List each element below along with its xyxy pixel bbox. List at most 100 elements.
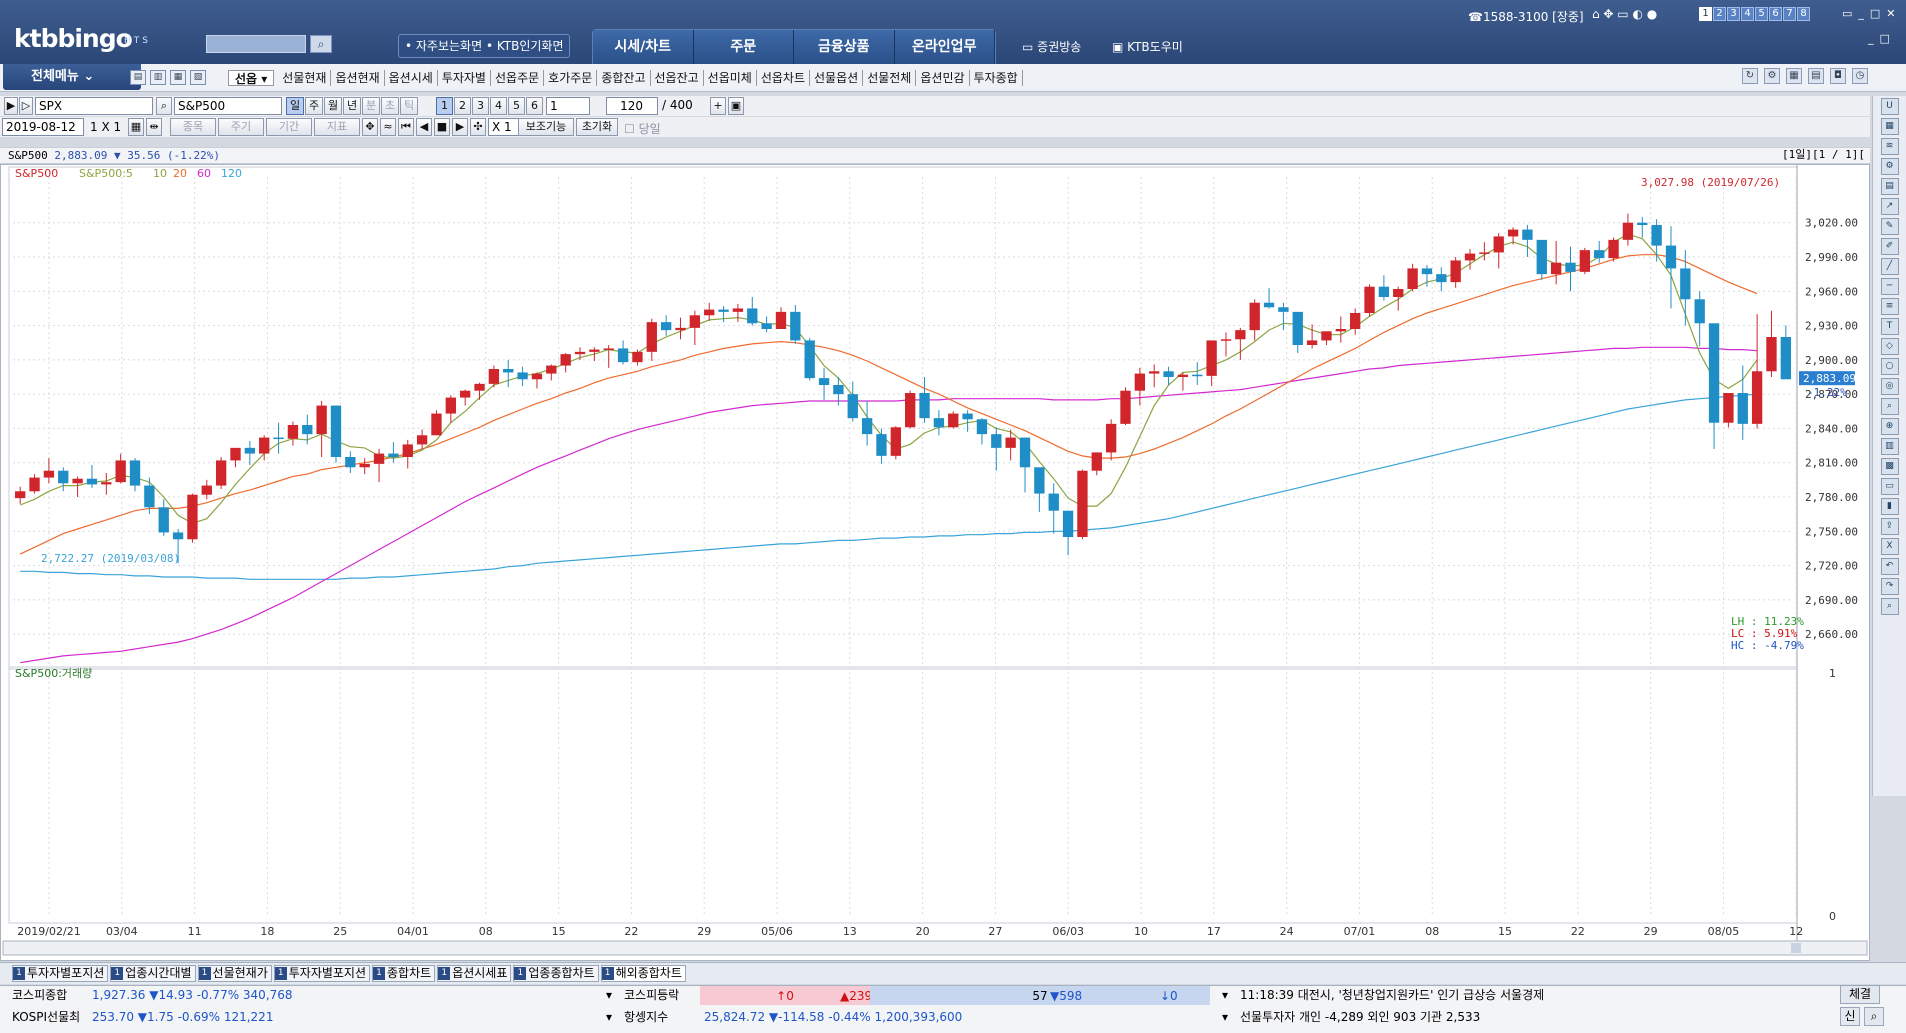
grid-icon[interactable]: ▦ (128, 118, 144, 136)
calc-icon[interactable]: ▤ (1808, 68, 1824, 84)
play-icon[interactable]: ▶ (4, 97, 18, 115)
undo-icon[interactable]: ↶ (1880, 558, 1899, 575)
circle-icon[interactable]: ○ (1880, 358, 1899, 375)
menu-tab[interactable]: 선물전체 (863, 70, 917, 86)
export-icon[interactable]: ⇪ (1880, 518, 1899, 535)
menu-tab[interactable]: 선옵미체 (704, 70, 757, 86)
magnify-icon[interactable]: ⌕ (1880, 398, 1899, 415)
status-dropdown-icon[interactable]: ▾ (1222, 1007, 1228, 1028)
page-3[interactable]: 3 (1727, 7, 1740, 21)
period-month[interactable]: 월 (324, 97, 342, 115)
gear-icon[interactable]: ⚙ (1880, 158, 1899, 175)
window-tab[interactable]: 1 종합차트 (372, 965, 436, 982)
nav-quote-chart[interactable]: 시세/차트 (593, 30, 694, 65)
settings-icon[interactable]: ⚙ (1764, 68, 1780, 84)
move-icon[interactable]: ✣ (470, 118, 486, 136)
fibo-icon[interactable]: ≡ (1880, 298, 1899, 315)
menu-tab[interactable]: 선옵차트 (757, 70, 811, 86)
save-icon[interactable]: ▣ (728, 97, 744, 115)
num-2[interactable]: 2 (454, 97, 471, 115)
unit-select[interactable]: 1 (546, 97, 590, 115)
prev-icon[interactable]: ◀ (416, 118, 432, 136)
window-tab[interactable]: 1 업종시간대별 (110, 965, 196, 982)
window-icon[interactable]: ▤ (130, 70, 146, 85)
save-icon[interactable]: ▥ (150, 70, 166, 85)
menu-tab[interactable]: 투자자별 (438, 70, 491, 86)
page-8[interactable]: 8 (1797, 7, 1810, 21)
first-icon[interactable]: ⏮ (398, 118, 414, 136)
window-controls-2[interactable]: _□ (1868, 32, 1896, 45)
num-6[interactable]: 6 (526, 97, 543, 115)
period-day[interactable]: 일 (286, 97, 304, 115)
settings-icon[interactable]: ◎ (1880, 378, 1899, 395)
helper-link[interactable]: ▣ KTB도우미 (1112, 38, 1183, 55)
trade-button[interactable]: 체결 (1840, 985, 1880, 1004)
status-dropdown-icon[interactable]: ▾ (606, 985, 612, 1006)
menu-tab[interactable]: 선물옵션 (810, 70, 864, 86)
name-field[interactable]: S&P500 (174, 97, 282, 115)
nav-products[interactable]: 금융상품 (794, 30, 895, 65)
count-input[interactable]: 120 (606, 97, 658, 115)
tag-item[interactable]: 종목 (170, 118, 216, 136)
line-icon[interactable]: ╱ (1880, 258, 1899, 275)
pause-icon[interactable]: ■ (434, 118, 450, 136)
grid-icon[interactable]: ▧ (190, 70, 206, 85)
hline-icon[interactable]: ─ (1880, 278, 1899, 295)
menu-tab[interactable]: 선물현재 (278, 70, 332, 86)
table-icon[interactable]: ▥ (1880, 438, 1899, 455)
excel-icon[interactable]: X (1880, 538, 1899, 555)
menu-tab[interactable]: 옵션현재 (331, 70, 385, 86)
aux-function-button[interactable]: 보조기능 (518, 118, 574, 136)
add-icon[interactable]: + (710, 97, 726, 115)
split-icon[interactable]: ⇹ (146, 118, 162, 136)
period-tick[interactable]: 틱 (400, 97, 418, 115)
brush-icon[interactable]: ✐ (1880, 238, 1899, 255)
trend-icon[interactable]: ↗ (1880, 198, 1899, 215)
new-button[interactable]: 신 (1840, 1007, 1860, 1026)
clock-icon[interactable]: ◷ (1852, 68, 1868, 84)
window-tab[interactable]: 1 업종종합차트 (513, 965, 599, 982)
search-icon[interactable]: ⌕ (1880, 598, 1899, 615)
window-controls[interactable]: ▭_□✕ (1842, 7, 1902, 20)
chart-icon[interactable]: ▦ (1880, 118, 1899, 135)
eraser-icon[interactable]: ◇ (1880, 338, 1899, 355)
pen-icon[interactable]: ✎ (1880, 218, 1899, 235)
search-icon[interactable]: ⌕ (156, 97, 172, 115)
print-icon[interactable]: ▦ (170, 70, 186, 85)
top-search-input[interactable] (206, 35, 306, 53)
bars-icon[interactable]: ▮ (1880, 498, 1899, 515)
layers-icon[interactable]: ▤ (1880, 178, 1899, 195)
status-dropdown-icon[interactable]: ▾ (606, 1007, 612, 1028)
period-second[interactable]: 초 (381, 97, 399, 115)
page-5[interactable]: 5 (1755, 7, 1768, 21)
status-dropdown-icon[interactable]: ▾ (1222, 985, 1228, 1006)
menu-tab[interactable]: 옵션시세 (385, 70, 438, 86)
tag-indicator[interactable]: 지표 (314, 118, 360, 136)
code-input[interactable]: SPX (35, 97, 153, 115)
menu-tab[interactable]: 선옵주문 (491, 70, 545, 86)
wave-icon[interactable]: ≈ (380, 118, 396, 136)
menu-tab[interactable]: 투자종합 (970, 70, 1023, 86)
page-4[interactable]: 4 (1741, 7, 1754, 21)
up-icon[interactable]: U (1880, 98, 1899, 115)
today-checkbox[interactable]: ☐ 당일 (624, 120, 661, 137)
menu-tab[interactable]: 종합잔고 (597, 70, 651, 86)
refresh-icon[interactable]: ↻ (1742, 68, 1758, 84)
quick-links[interactable]: • 자주보는화면 • KTB인기화면 (398, 34, 570, 58)
broadcast-link[interactable]: ▭ 증권방송 (1022, 38, 1081, 55)
num-1[interactable]: 1 (436, 97, 453, 115)
num-3[interactable]: 3 (472, 97, 489, 115)
window-tab[interactable]: 1 옵션시세표 (437, 965, 512, 982)
num-4[interactable]: 4 (490, 97, 507, 115)
top-icons[interactable]: ⌂ ✥ ▭ ◐ ● (1592, 7, 1657, 21)
next-icon[interactable]: ▶ (452, 118, 468, 136)
period-week[interactable]: 주 (305, 97, 323, 115)
print-icon[interactable]: ▦ (1786, 68, 1802, 84)
redo-icon[interactable]: ↷ (1880, 578, 1899, 595)
menu-tab[interactable]: 선옵잔고 (651, 70, 704, 86)
num-5[interactable]: 5 (508, 97, 525, 115)
news-ticker[interactable]: 11:18:39 대전시, '청년창업지원카드' 인기 급상승 서울경제 (1240, 985, 1544, 1006)
page-7[interactable]: 7 (1783, 7, 1796, 21)
search-icon[interactable]: ⌕ (1864, 1007, 1884, 1026)
calendar-icon[interactable]: ▩ (1880, 458, 1899, 475)
